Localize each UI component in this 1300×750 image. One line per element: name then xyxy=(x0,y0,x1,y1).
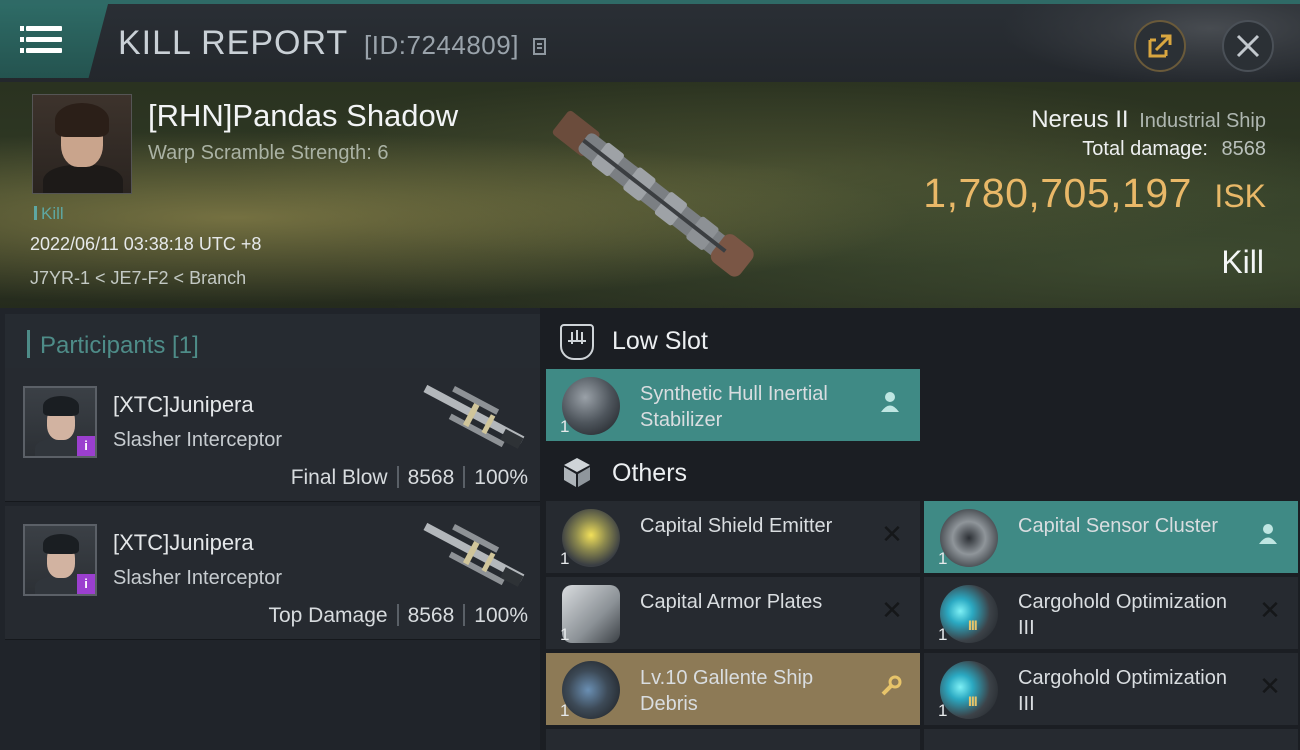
participants-header-text: Participants [1] xyxy=(40,332,199,359)
participant-percent: 100% xyxy=(474,466,528,489)
ship-debris-icon xyxy=(562,661,620,719)
shield-emitter-icon xyxy=(562,509,620,567)
victim-subtitle: Warp Scramble Strength: 6 xyxy=(148,142,389,164)
item-quantity: 1 xyxy=(560,549,570,568)
page-title: KILL REPORT [ID:7244809] xyxy=(118,24,547,63)
x-icon[interactable]: ✕ xyxy=(880,596,904,626)
participant-portrait[interactable]: i xyxy=(23,524,97,596)
item-name: Cargohold Optimization III xyxy=(1018,667,1227,715)
victim-portrait[interactable] xyxy=(32,94,132,194)
x-icon[interactable]: ✕ xyxy=(1258,596,1282,626)
victim-banner: [RHN]Pandas Shadow Warp Scramble Strengt… xyxy=(0,82,1300,308)
menu-button[interactable] xyxy=(0,4,108,78)
ship-name-text: Nereus II xyxy=(1031,106,1129,133)
isk-amount: 1,780,705,197 xyxy=(923,170,1192,216)
participants-panel: Participants [1] i [XTC]Junipera Slasher… xyxy=(0,308,540,750)
participant-ship-image xyxy=(423,384,525,449)
top-bar: KILL REPORT [ID:7244809] xyxy=(0,0,1300,86)
victim-ship-image xyxy=(552,110,754,277)
share-icon xyxy=(1148,34,1172,58)
share-button[interactable] xyxy=(1134,20,1186,72)
x-icon[interactable]: ✕ xyxy=(880,520,904,550)
item-quantity: 1 xyxy=(938,701,948,720)
kill-tag: Kill xyxy=(34,204,64,224)
participant-row[interactable]: i [XTC]Junipera Slasher Interceptor Fina… xyxy=(5,368,540,502)
fitting-item[interactable]: 1 Capital Shield Emitter ✕ xyxy=(546,501,920,573)
corp-badge-icon: i xyxy=(77,436,95,456)
fitting-item-partial[interactable] xyxy=(924,729,1298,750)
cube-icon xyxy=(564,458,590,487)
item-quantity: 1 xyxy=(938,625,948,644)
stabilizer-icon xyxy=(562,377,620,435)
participant-ship: Slasher Interceptor xyxy=(113,567,282,589)
low-slot-header: Low Slot xyxy=(540,310,1300,372)
participant-name[interactable]: [XTC]Junipera xyxy=(113,392,254,418)
participant-stats: Final Blow 8568 100% xyxy=(291,466,528,490)
isk-value: 1,780,705,197 ISK xyxy=(923,170,1266,217)
isk-unit: ISK xyxy=(1214,178,1266,214)
participant-stats: Top Damage 8568 100% xyxy=(268,604,528,628)
fitting-item[interactable]: 1 Synthetic Hull Inertial Stabilizer xyxy=(546,369,920,441)
participant-damage: 8568 xyxy=(407,604,455,627)
low-slot-label: Low Slot xyxy=(612,327,708,355)
item-name: Capital Armor Plates xyxy=(640,591,823,613)
person-icon[interactable] xyxy=(1258,523,1282,545)
participant-portrait[interactable]: i xyxy=(23,386,97,458)
participant-row[interactable]: i [XTC]Junipera Slasher Interceptor Top … xyxy=(5,506,540,640)
kill-location: J7YR-1 < JE7-F2 < Branch xyxy=(30,268,247,288)
fitting-item[interactable]: 1 Capital Armor Plates ✕ xyxy=(546,577,920,649)
low-slot-icon xyxy=(560,324,594,360)
kill-timestamp: 2022/06/11 03:38:18 UTC +8 xyxy=(30,234,262,254)
participant-role: Top Damage xyxy=(268,604,388,627)
participant-role: Final Blow xyxy=(290,466,388,489)
copy-icon[interactable] xyxy=(533,38,547,55)
total-damage-label: Total damage: xyxy=(1082,138,1208,160)
item-quantity: 1 xyxy=(560,417,570,436)
participants-header[interactable]: Participants [1] xyxy=(5,314,540,372)
cargohold-optimization-icon xyxy=(940,661,998,719)
cargohold-optimization-icon xyxy=(940,585,998,643)
sensor-cluster-icon xyxy=(940,509,998,567)
fitting-item[interactable]: 1 Lv.10 Gallente Ship Debris xyxy=(546,653,920,725)
tier-iii-icon: III xyxy=(968,617,978,633)
victim-ship-name: Nereus II Industrial Ship xyxy=(1031,106,1266,134)
victim-name[interactable]: [RHN]Pandas Shadow xyxy=(148,98,458,134)
corp-badge-icon: i xyxy=(77,574,95,594)
item-quantity: 1 xyxy=(560,701,570,720)
tier-iii-icon: III xyxy=(968,693,978,709)
participant-damage: 8568 xyxy=(407,466,455,489)
ship-class-text: Industrial Ship xyxy=(1139,110,1266,132)
item-name: Cargohold Optimization III xyxy=(1018,591,1227,639)
fitting-item[interactable]: 1 Capital Sensor Cluster xyxy=(924,501,1298,573)
x-icon[interactable]: ✕ xyxy=(1258,672,1282,702)
others-header: Others xyxy=(540,442,1300,504)
item-name: Capital Shield Emitter xyxy=(640,515,833,537)
armor-plates-icon xyxy=(562,585,620,643)
participant-name[interactable]: [XTC]Junipera xyxy=(113,530,254,556)
fitting-item[interactable]: III 1 Cargohold Optimization III ✕ xyxy=(924,653,1298,725)
total-damage-value: 8568 xyxy=(1221,138,1267,160)
item-quantity: 1 xyxy=(938,549,948,568)
kill-result: Kill xyxy=(1221,244,1264,280)
item-quantity: 1 xyxy=(560,625,570,644)
item-name: Lv.10 Gallente Ship Debris xyxy=(640,667,814,715)
fitting-item-partial[interactable] xyxy=(546,729,920,750)
fitting-panel: Low Slot 1 Synthetic Hull Inertial Stabi… xyxy=(540,308,1300,750)
close-button[interactable] xyxy=(1222,20,1274,72)
others-label: Others xyxy=(612,459,688,487)
hamburger-menu-icon[interactable] xyxy=(20,26,62,54)
total-damage: Total damage: 8568 xyxy=(1082,138,1266,161)
item-name: Capital Sensor Cluster xyxy=(1018,515,1219,537)
fitting-item[interactable]: III 1 Cargohold Optimization III ✕ xyxy=(924,577,1298,649)
wrench-icon[interactable] xyxy=(880,675,904,697)
participant-ship-image xyxy=(423,522,525,587)
close-icon xyxy=(1236,34,1260,58)
person-icon[interactable] xyxy=(880,391,904,413)
participant-percent: 100% xyxy=(474,604,528,627)
participant-ship: Slasher Interceptor xyxy=(113,429,282,451)
page-title-text: KILL REPORT xyxy=(118,24,348,62)
item-name: Synthetic Hull Inertial Stabilizer xyxy=(640,383,828,431)
report-id: [ID:7244809] xyxy=(364,30,519,60)
